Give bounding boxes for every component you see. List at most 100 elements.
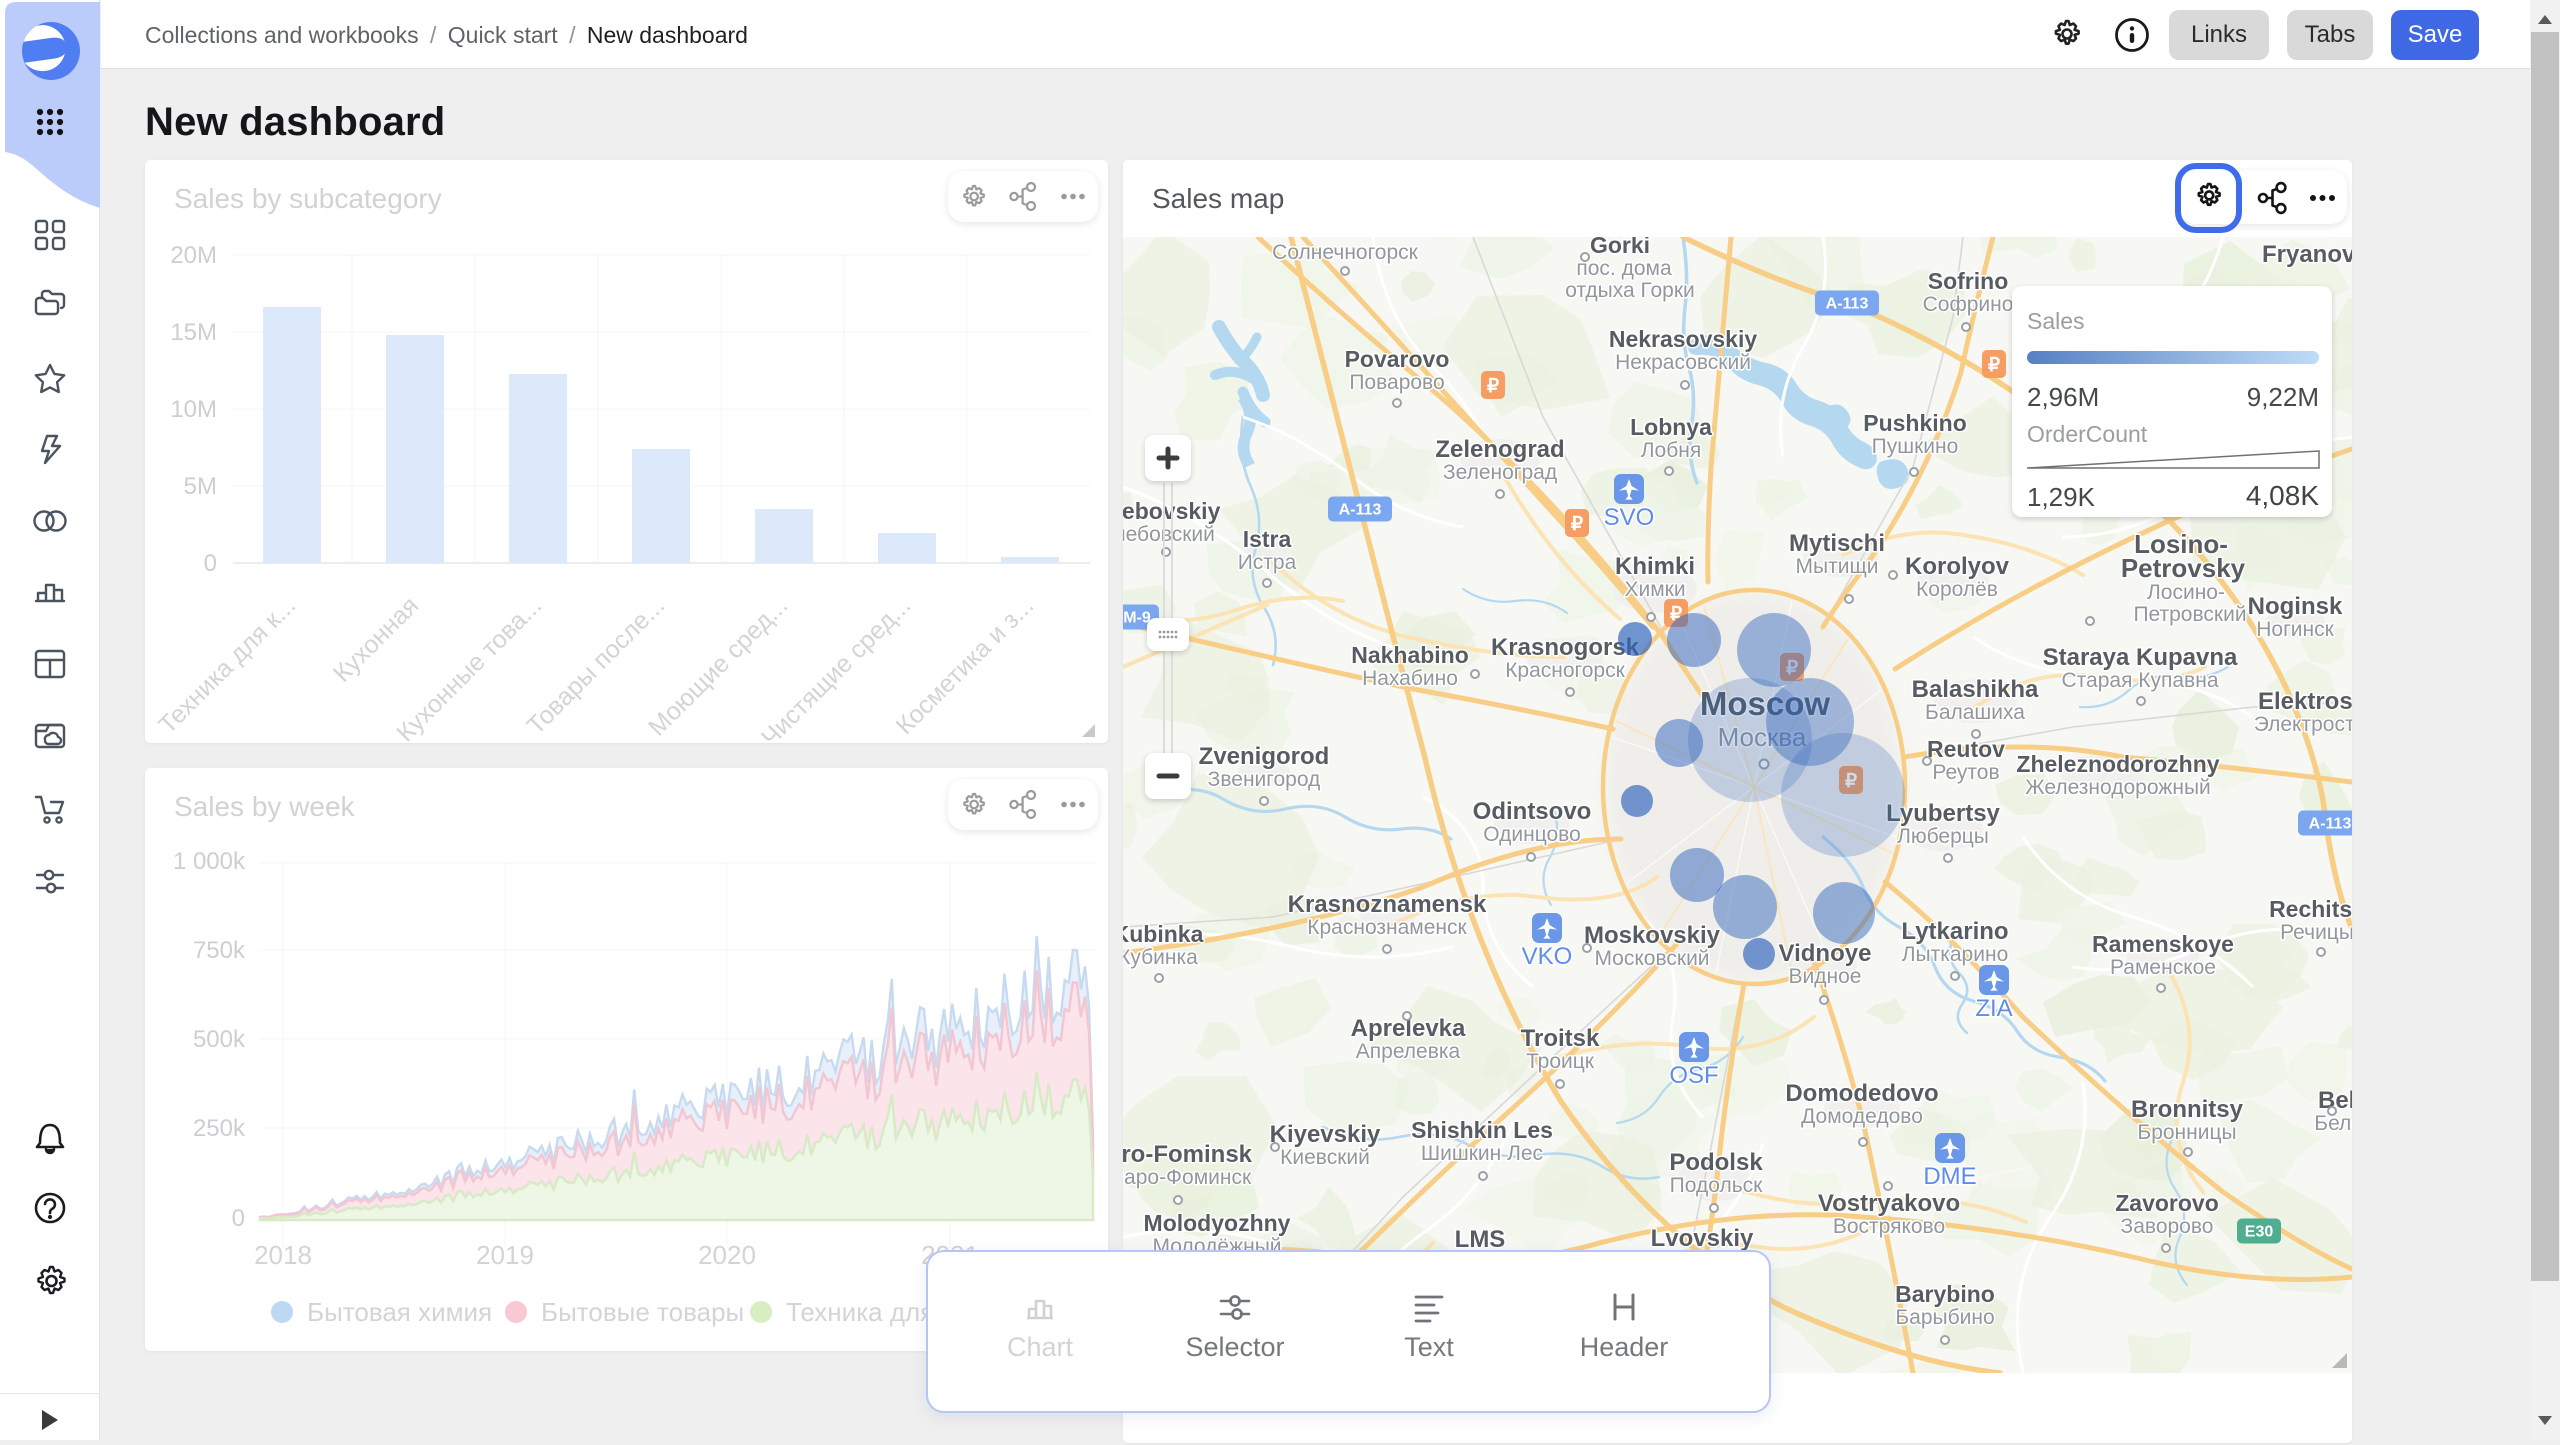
svg-text:Истра: Истра	[1238, 551, 1297, 574]
svg-text:Петровский: Петровский	[2133, 603, 2246, 626]
svg-text:Zavorovo: Zavorovo	[2115, 1190, 2219, 1216]
svg-text:Востряково: Востряково	[1833, 1215, 1945, 1238]
svg-text:SVO: SVO	[1604, 504, 1655, 531]
svg-text:Киевский: Киевский	[1280, 1146, 1370, 1169]
svg-text:Kiyevskiy: Kiyevskiy	[1270, 1121, 1381, 1148]
svg-text:1,29K: 1,29K	[2027, 482, 2096, 512]
svg-text:Бытовая химия: Бытовая химия	[307, 1297, 492, 1327]
svg-text:E30: E30	[2245, 1224, 2274, 1241]
svg-text:Красногорск: Красногорск	[1505, 659, 1625, 682]
svg-text:Техника для: Техника для	[786, 1297, 934, 1327]
svg-text:Одинцово: Одинцово	[1483, 823, 1581, 846]
svg-text:А-113: А-113	[1339, 502, 1382, 519]
svg-text:4,08K: 4,08K	[2246, 480, 2319, 511]
svg-text:Балашиха: Балашиха	[1925, 701, 2025, 724]
svg-text:0: 0	[232, 1205, 245, 1232]
svg-text:Zheleznodorozhny: Zheleznodorozhny	[2016, 751, 2219, 777]
svg-text:₽: ₽	[1487, 376, 1499, 397]
svg-text:Nakhabino: Nakhabino	[1351, 642, 1469, 668]
svg-text:Королёв: Королёв	[1916, 578, 1998, 601]
svg-text:Поварово: Поварово	[1349, 371, 1444, 394]
svg-text:Mytischi: Mytischi	[1789, 530, 1885, 557]
svg-text:Khimki: Khimki	[1615, 553, 1695, 580]
svg-text:Апрелевка: Апрелевка	[1356, 1040, 1461, 1063]
svg-text:Нахабино: Нахабино	[1362, 667, 1458, 690]
svg-text:Ногинск: Ногинск	[2256, 618, 2334, 641]
svg-text:Vostryakovo: Vostryakovo	[1818, 1190, 1960, 1217]
svg-text:Krasnogorsk: Krasnogorsk	[1491, 634, 1640, 661]
svg-text:Лобня: Лобня	[1641, 439, 1701, 462]
svg-text:А-113: А-113	[2309, 816, 2352, 833]
svg-text:Люберцы: Люберцы	[1897, 825, 1989, 848]
svg-text:Глебовский: Глебовский	[1123, 523, 1215, 546]
svg-text:aro-Fominsk: aro-Fominsk	[1123, 1141, 1253, 1168]
svg-text:Korolyov: Korolyov	[1905, 553, 2010, 580]
svg-text:Odintsovo: Odintsovo	[1473, 798, 1592, 825]
svg-text:Sales: Sales	[2027, 308, 2085, 334]
svg-text:Солнечногорск: Солнечногорск	[1272, 241, 1418, 264]
svg-text:1 000k: 1 000k	[173, 848, 246, 875]
svg-text:Lytkarino: Lytkarino	[1901, 918, 2008, 945]
svg-text:DME: DME	[1923, 1163, 1976, 1190]
svg-text:2018: 2018	[254, 1240, 312, 1270]
svg-text:₽: ₽	[1571, 514, 1583, 535]
svg-text:Barybino: Barybino	[1895, 1281, 1995, 1307]
svg-text:Электростал: Электростал	[2254, 713, 2352, 736]
svg-text:Staraya Kupavna: Staraya Kupavna	[2043, 644, 2238, 671]
svg-text:250k: 250k	[193, 1115, 246, 1142]
svg-text:Rechitsy: Rechitsy	[2269, 896, 2352, 922]
svg-text:Краснознаменск: Краснознаменск	[1307, 916, 1467, 939]
svg-text:Moskovskiy: Moskovskiy	[1584, 922, 1721, 949]
svg-text:Sofrino: Sofrino	[1928, 268, 2009, 294]
svg-text:Noginsk: Noginsk	[2248, 593, 2343, 620]
svg-text:Барыбино: Барыбино	[1895, 1306, 1994, 1329]
svg-text:Лосино-: Лосино-	[2147, 581, 2225, 604]
svg-text:LMS: LMS	[1455, 1226, 1506, 1253]
svg-text:OrderCount: OrderCount	[2027, 421, 2148, 447]
svg-text:Gorki: Gorki	[1590, 237, 1650, 258]
svg-text:Наро-Фоминск: Наро-Фоминск	[1123, 1166, 1252, 1189]
svg-text:750k: 750k	[193, 937, 246, 964]
svg-text:Железнодорожный: Железнодорожный	[2025, 776, 2211, 799]
svg-text:Бытовые товары: Бытовые товары	[541, 1297, 744, 1327]
svg-text:Povarovo: Povarovo	[1345, 346, 1450, 372]
svg-text:10M: 10M	[170, 396, 217, 423]
svg-text:пос. дома: пос. дома	[1576, 257, 1672, 280]
svg-text:Лыткарино: Лыткарино	[1902, 943, 2009, 966]
svg-text:Shishkin Les: Shishkin Les	[1411, 1117, 1553, 1143]
svg-text:2,96M: 2,96M	[2027, 382, 2099, 412]
svg-text:Заворово: Заворово	[2121, 1215, 2214, 1238]
svg-text:20M: 20M	[170, 242, 217, 269]
svg-text:Раменское: Раменское	[2110, 956, 2216, 979]
svg-text:Видное: Видное	[1789, 965, 1862, 988]
svg-text:Некрасовский: Некрасовский	[1615, 351, 1751, 374]
svg-text:15M: 15M	[170, 319, 217, 346]
svg-text:Balashikha: Balashikha	[1912, 676, 2039, 703]
svg-text:Elektrosta: Elektrosta	[2258, 688, 2352, 715]
svg-text:ZIA: ZIA	[1975, 995, 2012, 1022]
svg-text:Звенигород: Звенигород	[1208, 768, 1321, 791]
svg-text:Reutov: Reutov	[1927, 736, 2005, 762]
svg-text:Речицы: Речицы	[2280, 921, 2352, 944]
svg-text:Техника для к...: Техника для к...	[153, 591, 301, 739]
svg-text:Старая Купавна: Старая Купавна	[2061, 669, 2218, 692]
svg-text:Мытищи: Мытищи	[1796, 555, 1879, 578]
svg-text:Troitsk: Troitsk	[1521, 1025, 1600, 1052]
svg-text:Подольск: Подольск	[1670, 1174, 1763, 1197]
svg-text:Molodyozhny: Molodyozhny	[1144, 1210, 1291, 1236]
svg-text:2019: 2019	[476, 1240, 534, 1270]
svg-text:А-113: А-113	[1826, 296, 1869, 313]
svg-text:Lvovskiy: Lvovskiy	[1651, 1225, 1754, 1252]
svg-text:₽: ₽	[1988, 355, 2000, 376]
svg-text:Зеленоград: Зеленоград	[1443, 461, 1557, 484]
svg-text:Vidnoye: Vidnoye	[1779, 940, 1872, 967]
svg-text:Domodedovo: Domodedovo	[1785, 1080, 1938, 1107]
svg-text:Petrovsky: Petrovsky	[2121, 553, 2246, 583]
svg-text:Бронницы: Бронницы	[2137, 1121, 2236, 1144]
svg-text:Кухонная: Кухонная	[328, 591, 424, 687]
svg-text:5M: 5M	[184, 473, 217, 500]
svg-text:Домодедово: Домодедово	[1801, 1105, 1923, 1128]
svg-text:Zelenograd: Zelenograd	[1435, 436, 1564, 463]
svg-text:Ramenskoye: Ramenskoye	[2092, 931, 2234, 957]
svg-text:Lobnya: Lobnya	[1630, 414, 1712, 440]
